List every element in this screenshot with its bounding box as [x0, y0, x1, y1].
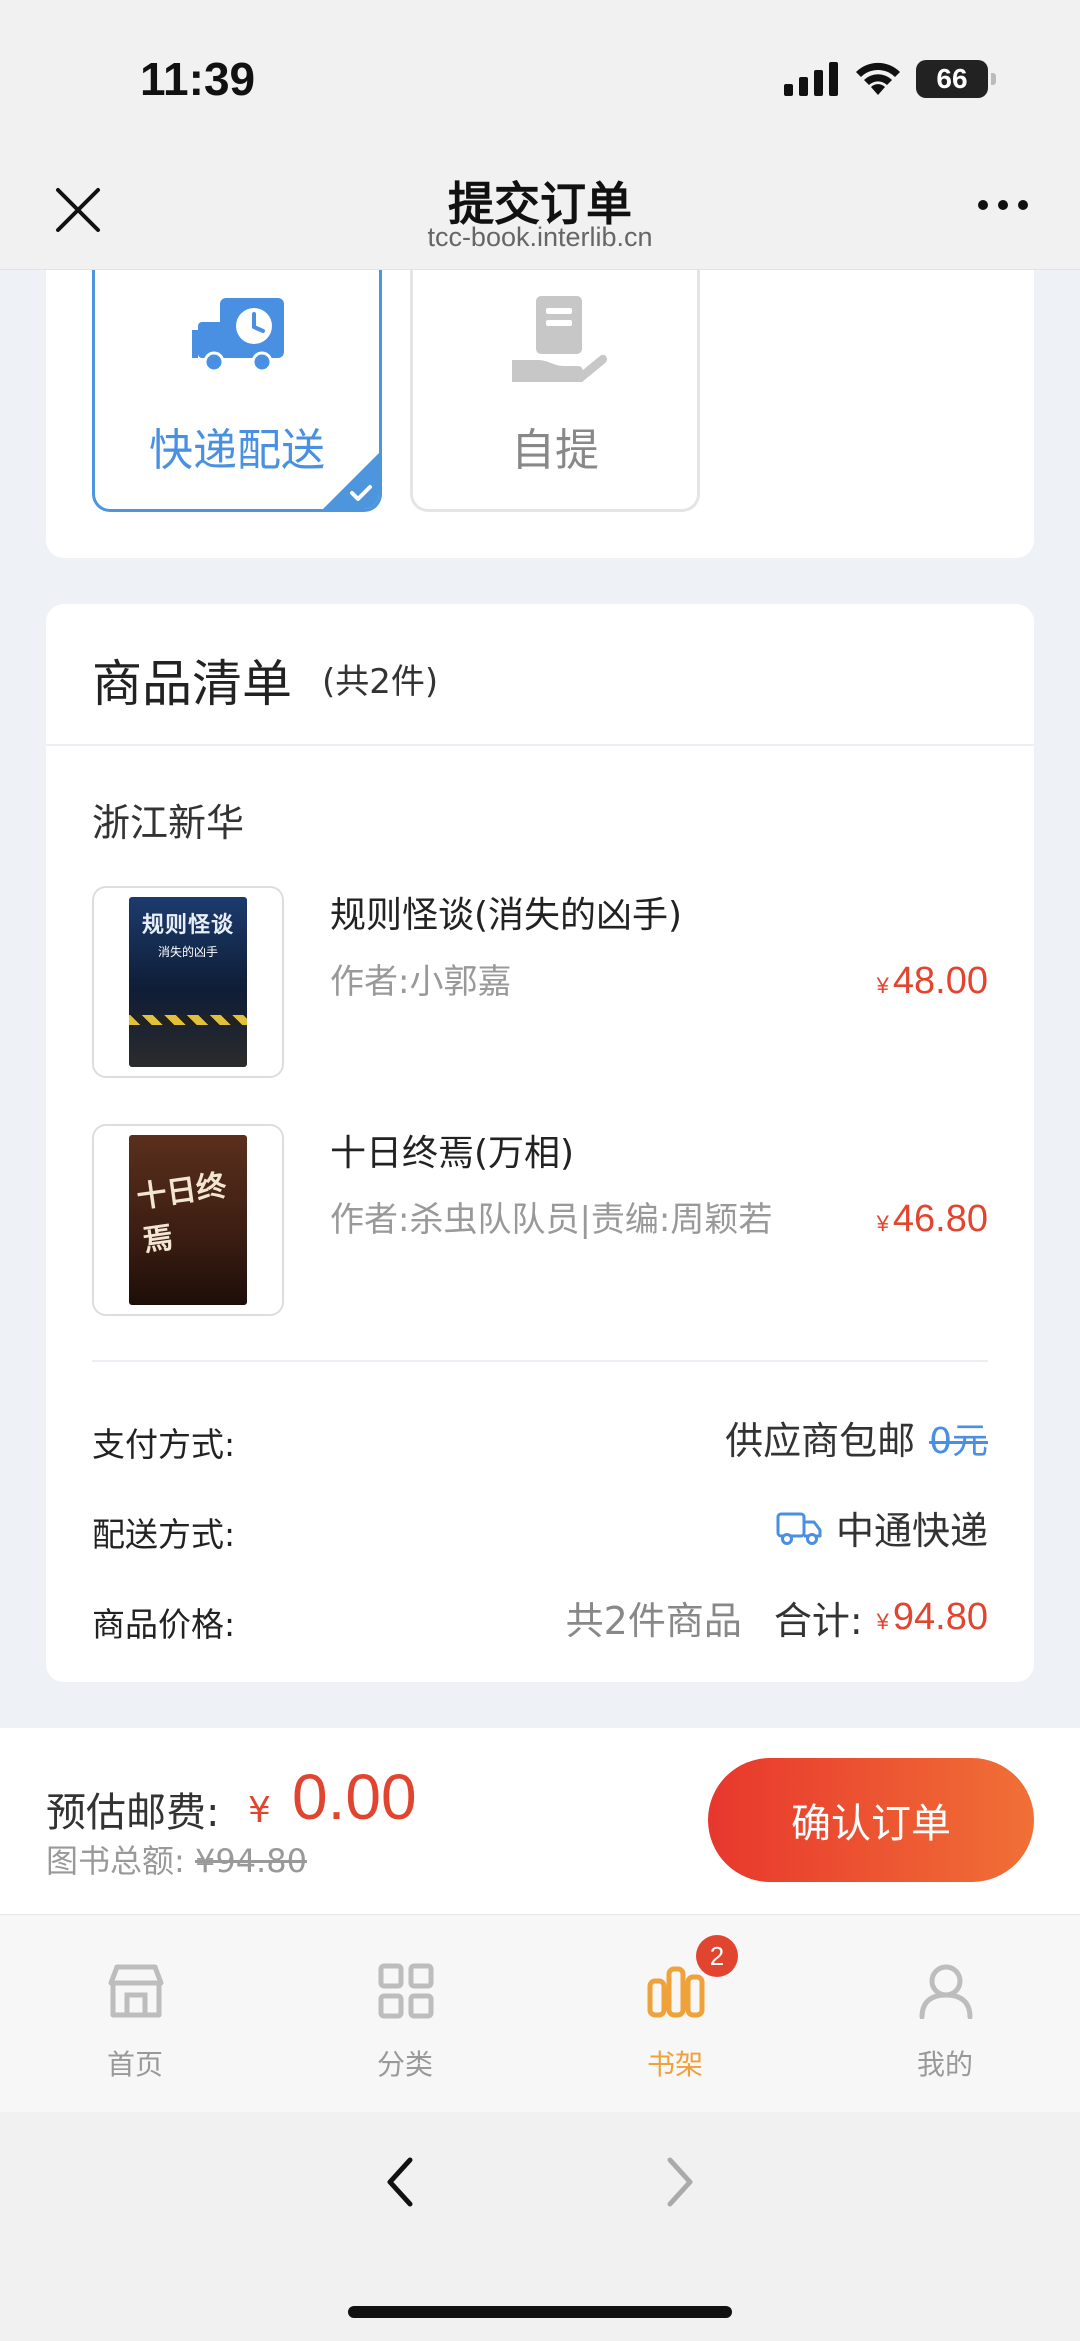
estimated-shipping-label: 预估邮费:	[46, 1790, 220, 1836]
tab-label: 书架	[646, 2048, 703, 2081]
bookshelf-badge: 2	[696, 1935, 738, 1977]
payment-method-label: 支付方式:	[92, 1425, 236, 1464]
price-label: 商品价格:	[92, 1605, 236, 1644]
list-item[interactable]: 规则怪谈 消失的凶手 规则怪谈(消失的凶手) 作者:小郭嘉 ¥48.00	[92, 886, 988, 1080]
check-icon	[350, 485, 372, 501]
delivery-option-pickup[interactable]: 自提	[410, 270, 700, 512]
tab-category[interactable]: 分类	[270, 1915, 540, 2113]
total-label: 合计:	[773, 1599, 863, 1643]
book-total: 图书总额: ¥94.80	[46, 1842, 307, 1880]
status-time: 11:39	[140, 53, 256, 105]
goods-count: (共2件)	[322, 662, 439, 702]
battery-icon: 66	[916, 60, 996, 98]
store-name: 浙江新华	[92, 801, 245, 845]
item-price: ¥48.00	[876, 960, 988, 1002]
browser-nav-bar	[0, 2112, 1080, 2341]
tab-label: 首页	[106, 2048, 163, 2081]
more-options-icon[interactable]	[978, 200, 1028, 210]
tab-label: 分类	[376, 2048, 433, 2081]
payment-method-row: 支付方式: 供应商包邮 0元	[92, 1410, 988, 1470]
bottom-tab-bar: 首页 分类 2 书架 我的	[0, 1914, 1080, 2112]
grid-icon	[378, 1963, 434, 2019]
shipping-method-row: 配送方式: 中通快递	[92, 1500, 988, 1560]
cover-title: 十日终焉	[134, 1168, 229, 1260]
delivery-method-card: 快递配送 自提	[46, 270, 1034, 558]
wifi-icon	[856, 62, 900, 95]
hand-document-icon	[512, 296, 607, 382]
item-title: 十日终焉(万相)	[330, 1133, 575, 1174]
user-icon	[919, 1964, 973, 2019]
home-indicator[interactable]	[348, 2306, 732, 2318]
truck-icon	[776, 1512, 822, 1545]
bookshelf-icon	[647, 1966, 705, 2018]
forward-arrow-icon[interactable]	[660, 2152, 700, 2212]
shipping-method-label: 配送方式:	[92, 1515, 236, 1554]
goods-header: 商品清单 (共2件)	[46, 604, 1034, 746]
delivery-option-label: 自提	[511, 425, 599, 476]
page-url: tcc-book.interlib.cn	[427, 222, 653, 252]
status-bar: 11:39 66	[0, 0, 1080, 160]
goods-title: 商品清单	[92, 655, 292, 713]
item-price: ¥46.80	[876, 1198, 988, 1240]
item-author: 作者:小郭嘉	[330, 962, 512, 1002]
currency-symbol: ¥	[248, 1790, 271, 1831]
confirm-order-button[interactable]: 确认订单	[708, 1758, 1034, 1882]
back-arrow-icon[interactable]	[380, 2152, 420, 2212]
tab-home[interactable]: 首页	[0, 1915, 270, 2113]
delivery-truck-clock-icon	[192, 298, 284, 373]
cover-subtitle: 消失的凶手	[157, 945, 218, 959]
payment-method-value: 供应商包邮	[725, 1419, 916, 1463]
total-price: ¥94.80	[876, 1596, 988, 1638]
item-author: 作者:杀虫队队员|责编:周颖若	[330, 1200, 773, 1240]
book-cover: 规则怪谈 消失的凶手	[92, 886, 284, 1078]
original-shipping-fee: 0元	[929, 1420, 988, 1462]
cover-title: 规则怪谈	[141, 913, 234, 938]
estimated-shipping-amount: 0.00	[292, 1761, 417, 1833]
status-icons: 66	[784, 60, 996, 98]
price-summary-row: 商品价格: 共2件商品 合计: ¥94.80	[92, 1590, 988, 1650]
tab-mine[interactable]: 我的	[810, 1915, 1080, 2113]
store-icon	[108, 1964, 164, 2018]
signal-icon	[784, 62, 838, 96]
goods-list-card: 商品清单 (共2件) 浙江新华 规则怪谈 消失的凶手 规则怪谈(消失的凶手) 作…	[46, 604, 1034, 1682]
tab-label: 我的	[916, 2048, 973, 2081]
delivery-option-express[interactable]: 快递配送	[92, 270, 382, 512]
checkout-bar: 预估邮费: ¥ 0.00 图书总额: ¥94.80 确认订单	[0, 1728, 1080, 1914]
shipping-method-value: 中通快递	[835, 1509, 988, 1553]
list-item[interactable]: 十日终焉 十日终焉(万相) 作者:杀虫队队员|责编:周颖若 ¥46.80	[92, 1124, 988, 1318]
divider	[92, 1360, 988, 1362]
item-title: 规则怪谈(消失的凶手)	[330, 895, 683, 936]
book-cover: 十日终焉	[92, 1124, 284, 1316]
tab-bookshelf[interactable]: 2 书架	[540, 1915, 810, 2113]
item-count-text: 共2件商品	[565, 1599, 742, 1643]
page-header: 提交订单 tcc-book.interlib.cn	[0, 160, 1080, 270]
